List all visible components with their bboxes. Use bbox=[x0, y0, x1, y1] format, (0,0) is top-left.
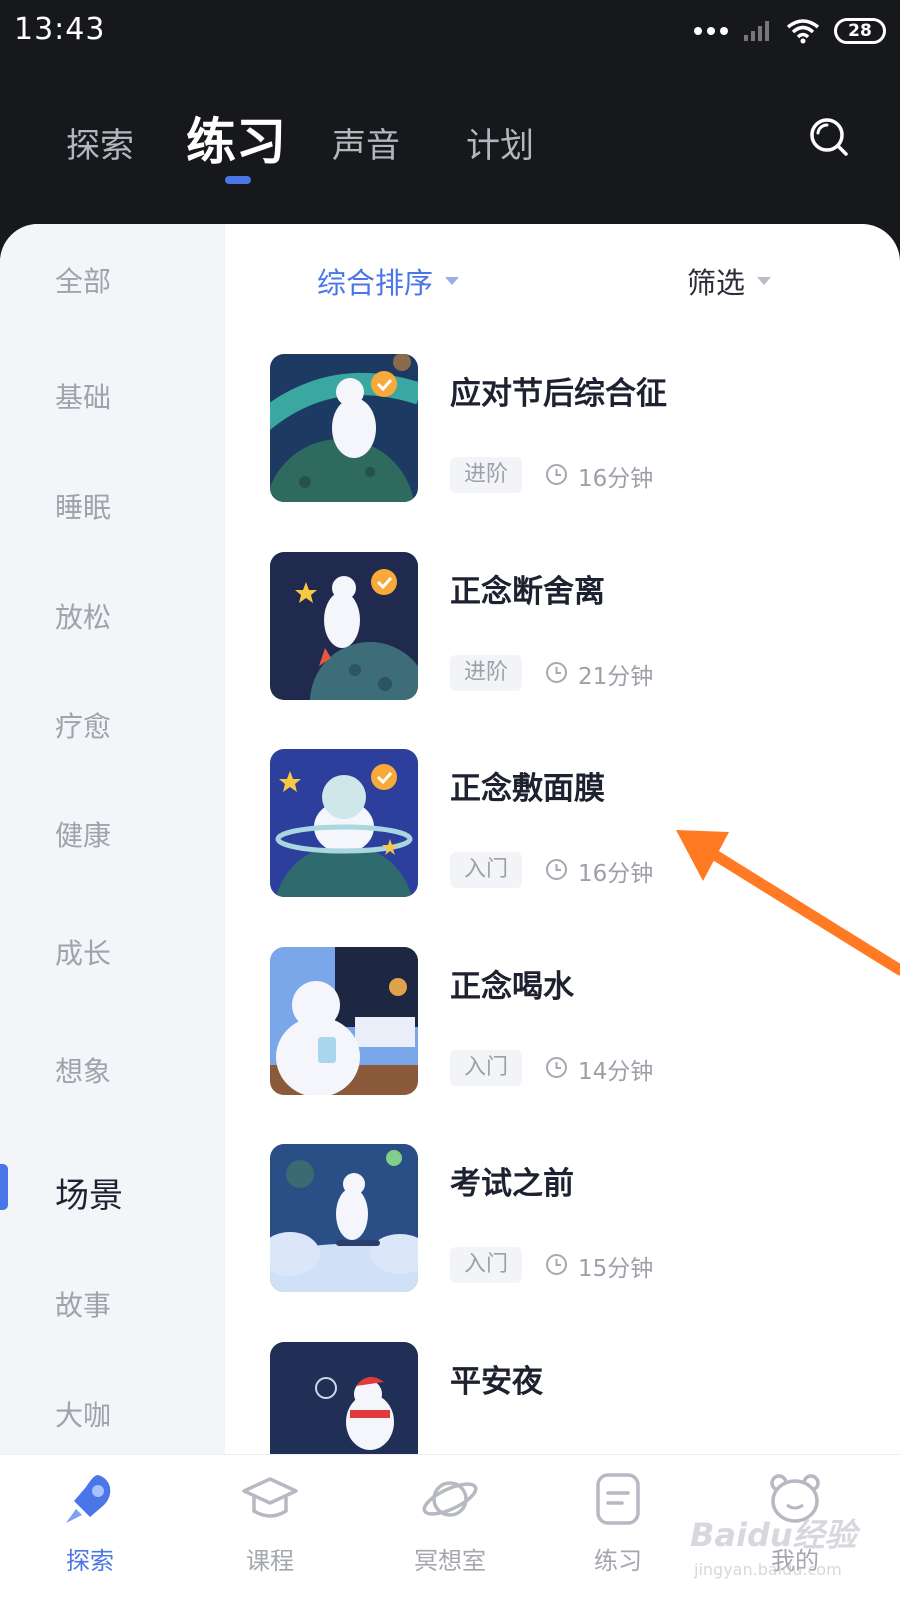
level-badge: 进阶 bbox=[450, 457, 522, 493]
more-dots-icon bbox=[694, 27, 728, 35]
top-tab-bar: 探索 练习 声音 计划 bbox=[0, 90, 900, 200]
baidu-watermark: Baidu经验 jingyan.baidu.com bbox=[690, 1510, 870, 1590]
nav-label: 课程 bbox=[246, 1547, 294, 1575]
practice-item[interactable]: 正念断舍离 进阶 21分钟 bbox=[270, 552, 890, 702]
watermark-main: Baidu经验 bbox=[690, 1516, 857, 1554]
sidebar-item-scenes[interactable]: 场景 bbox=[55, 1168, 123, 1217]
watermark-sub: jingyan.baidu.com bbox=[694, 1560, 842, 1579]
main-content-card: 全部 基础 睡眠 放松 疗愈 健康 成长 想象 场景 故事 大咖 综合排序 筛选 bbox=[0, 224, 900, 1454]
nav-meditation-room[interactable]: 冥想室 bbox=[360, 1455, 540, 1600]
clock-icon bbox=[546, 1254, 567, 1275]
level-badge: 入门 bbox=[450, 1050, 522, 1086]
sidebar-item-experts[interactable]: 大咖 bbox=[55, 1394, 111, 1434]
wifi-icon bbox=[786, 19, 820, 44]
status-time: 13:43 bbox=[14, 12, 106, 47]
tab-plan[interactable]: 计划 bbox=[466, 118, 534, 167]
sidebar-item-health[interactable]: 健康 bbox=[55, 814, 111, 854]
practice-title: 考试之前 bbox=[450, 1166, 574, 1202]
filter-label: 筛选 bbox=[687, 266, 746, 300]
bear-christmas-icon bbox=[270, 1342, 418, 1454]
bear-jetpack-icon bbox=[270, 552, 418, 700]
practice-title: 正念喝水 bbox=[450, 969, 574, 1005]
bear-facemask-icon bbox=[270, 749, 418, 897]
planet-icon bbox=[420, 1469, 480, 1529]
level-badge: 入门 bbox=[450, 1247, 522, 1283]
sidebar-active-indicator bbox=[0, 1164, 8, 1210]
clock-icon bbox=[546, 662, 567, 683]
practice-duration: 14分钟 bbox=[578, 1059, 654, 1085]
practice-title: 平安夜 bbox=[450, 1364, 543, 1400]
clock-icon bbox=[546, 464, 567, 485]
sidebar-item-growth[interactable]: 成长 bbox=[55, 932, 111, 972]
tab-sound[interactable]: 声音 bbox=[332, 118, 400, 167]
level-badge: 入门 bbox=[450, 852, 522, 888]
sidebar-item-basics[interactable]: 基础 bbox=[55, 376, 111, 416]
category-sidebar: 全部 基础 睡眠 放松 疗愈 健康 成长 想象 场景 故事 大咖 bbox=[0, 224, 225, 1454]
sidebar-item-relax[interactable]: 放松 bbox=[55, 596, 111, 636]
nav-label: 冥想室 bbox=[414, 1547, 486, 1575]
tab-explore[interactable]: 探索 bbox=[66, 118, 134, 167]
status-bar: 13:43 28 bbox=[0, 0, 900, 66]
bear-clouds-icon bbox=[270, 1144, 418, 1292]
nav-label: 练习 bbox=[594, 1547, 642, 1575]
note-icon bbox=[588, 1469, 648, 1529]
practice-title: 正念敷面膜 bbox=[450, 771, 605, 807]
status-icons: 28 bbox=[694, 14, 886, 48]
nav-explore[interactable]: 探索 bbox=[0, 1455, 180, 1600]
filter-dropdown[interactable]: 筛选 bbox=[687, 260, 772, 302]
nav-label: 探索 bbox=[66, 1547, 114, 1575]
sort-label: 综合排序 bbox=[317, 266, 434, 300]
practice-item[interactable]: 应对节后综合征 进阶 16分钟 bbox=[270, 354, 890, 504]
practice-title: 应对节后综合征 bbox=[450, 376, 667, 412]
active-tab-indicator bbox=[225, 176, 251, 184]
sidebar-item-sleep[interactable]: 睡眠 bbox=[55, 486, 111, 526]
caret-down-icon bbox=[757, 277, 772, 285]
sidebar-item-all[interactable]: 全部 bbox=[55, 260, 111, 300]
sort-filter-bar: 综合排序 筛选 bbox=[225, 224, 900, 334]
practice-duration: 15分钟 bbox=[578, 1256, 654, 1282]
caret-down-icon bbox=[445, 277, 460, 285]
practice-item[interactable]: 正念喝水 入门 14分钟 bbox=[270, 947, 890, 1097]
practice-title: 正念断舍离 bbox=[450, 574, 605, 610]
graduation-cap-icon bbox=[240, 1469, 300, 1529]
bear-drinking-water-icon bbox=[270, 947, 418, 1095]
practice-item[interactable]: 平安夜 bbox=[270, 1342, 890, 1454]
battery-indicator: 28 bbox=[834, 18, 886, 44]
practice-duration: 21分钟 bbox=[578, 664, 654, 690]
sidebar-item-stories[interactable]: 故事 bbox=[55, 1284, 111, 1324]
nav-practice[interactable]: 练习 bbox=[528, 1455, 708, 1600]
search-icon[interactable] bbox=[808, 116, 850, 158]
rocket-icon bbox=[60, 1469, 120, 1529]
practice-duration: 16分钟 bbox=[578, 466, 654, 492]
tab-practice[interactable]: 练习 bbox=[186, 102, 286, 174]
nav-course[interactable]: 课程 bbox=[180, 1455, 360, 1600]
sidebar-item-healing[interactable]: 疗愈 bbox=[55, 705, 111, 745]
sort-dropdown[interactable]: 综合排序 bbox=[317, 260, 460, 302]
practice-item[interactable]: 正念敷面膜 入门 16分钟 bbox=[270, 749, 890, 899]
clock-icon bbox=[546, 859, 567, 880]
practice-item[interactable]: 考试之前 入门 15分钟 bbox=[270, 1144, 890, 1294]
clock-icon bbox=[546, 1057, 567, 1078]
bear-swing-icon bbox=[270, 354, 418, 502]
level-badge: 进阶 bbox=[450, 655, 522, 691]
sidebar-item-imagination[interactable]: 想象 bbox=[55, 1050, 111, 1090]
practice-duration: 16分钟 bbox=[578, 861, 654, 887]
signal-icon bbox=[744, 21, 769, 41]
